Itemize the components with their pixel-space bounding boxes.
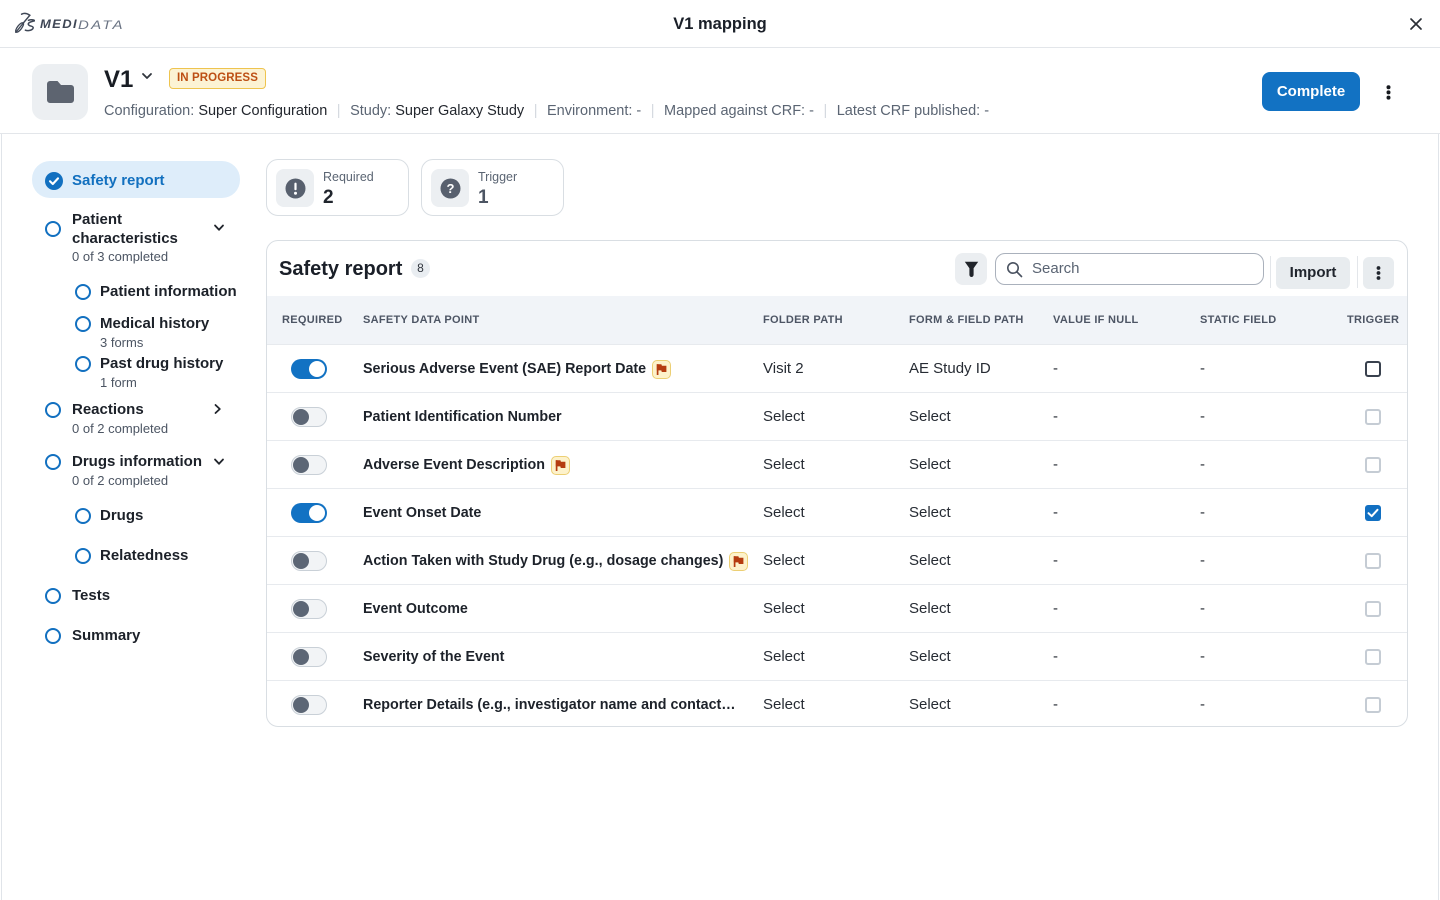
svg-text:?: ?: [446, 181, 454, 196]
